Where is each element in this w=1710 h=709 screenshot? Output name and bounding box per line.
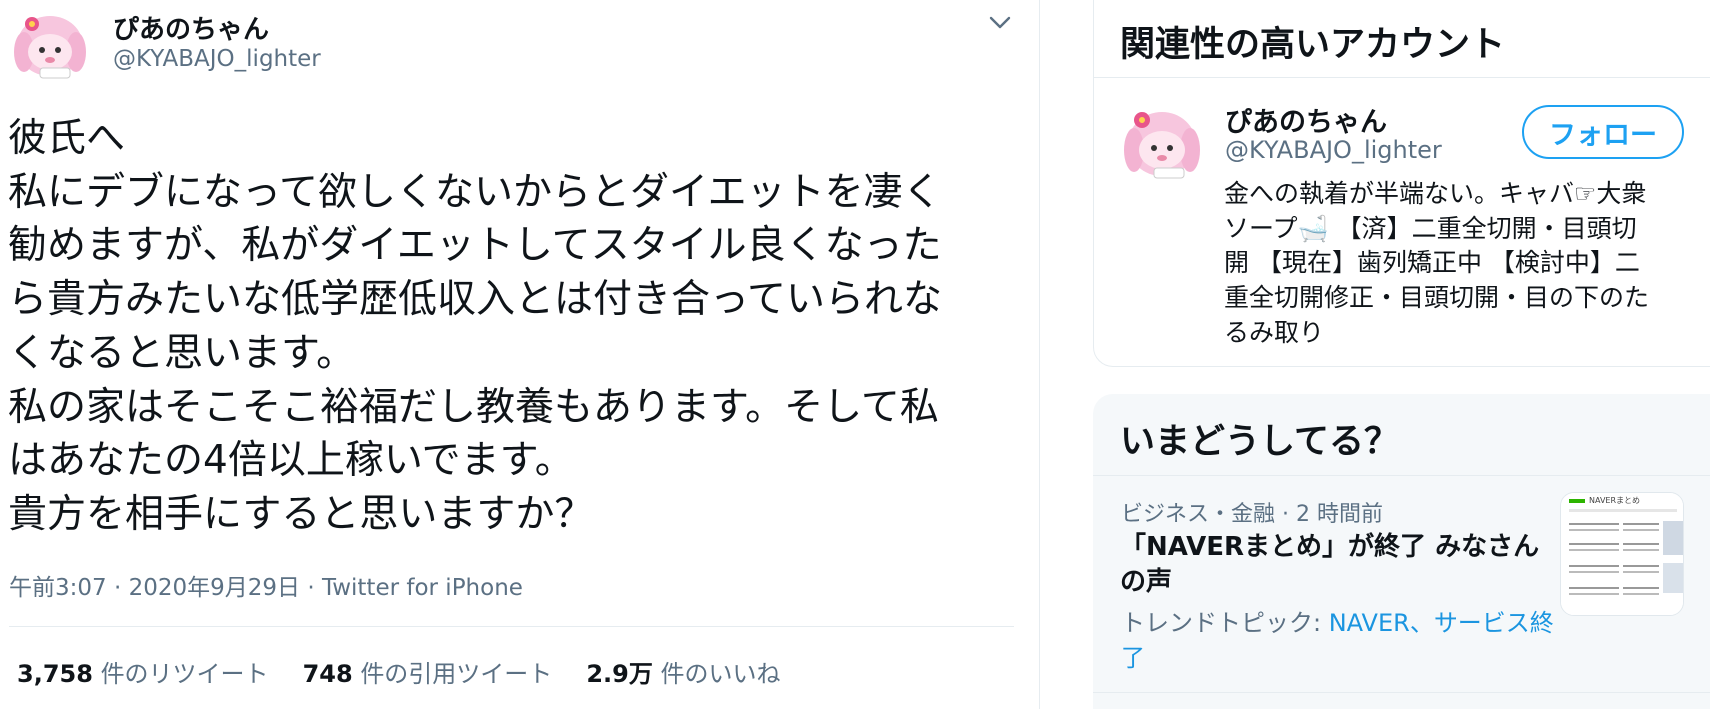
stat-label: 件の引用ツイート: [360, 660, 553, 688]
stat-label: 件のいいね: [660, 660, 781, 688]
tweet-timestamp: 午前3:07 · 2020年9月29日 · Twitter for iPhone: [9, 568, 523, 602]
like-count[interactable]: 2.9万 件のいいね: [586, 654, 780, 689]
tweet-time[interactable]: 午前3:07: [9, 575, 107, 601]
tweet-source[interactable]: Twitter for iPhone: [322, 575, 523, 601]
bio-line: ソープ🛁 【済】二重全切開・目頭切: [1224, 213, 1637, 243]
topic-link-service-end[interactable]: 了: [1121, 644, 1145, 672]
tweet-text-line: 勧めますが、私がダイエットしてスタイル良くなった: [8, 223, 942, 269]
tweet-text-line: はあなたの4倍以上稼いでます。: [8, 438, 574, 484]
headline-line: 「NAVERまとめ」が終了 みなさん: [1120, 532, 1540, 562]
related-account-bio: 金への執着が半端ない。キャバ☞大衆 ソープ🛁 【済】二重全切開・目頭切 開 【現…: [1224, 177, 1694, 351]
twitter-page: ぴあのちゃん @KYABAJO_lighter 彼氏へ 私にデブになって欲しくな…: [0, 0, 1710, 709]
bio-line: 金への執着が半端ない。キャバ☞大衆: [1224, 179, 1647, 208]
related-account-name[interactable]: ぴあのちゃん: [1225, 100, 1387, 139]
divider: [1093, 692, 1710, 693]
divider: [1094, 77, 1710, 78]
follow-button[interactable]: フォロー: [1522, 105, 1684, 159]
quote-tweet-count[interactable]: 748 件の引用ツイート: [303, 654, 553, 689]
divider: [9, 626, 1014, 627]
topic-prefix: トレンドトピック:: [1121, 609, 1329, 637]
tweet-detail: ぴあのちゃん @KYABAJO_lighter 彼氏へ 私にデブになって欲しくな…: [0, 0, 1040, 709]
trend-headline[interactable]: 「NAVERまとめ」が終了 みなさん の声: [1120, 530, 1540, 600]
author-name[interactable]: ぴあのちゃん: [113, 9, 269, 46]
bio-line: るみ取り: [1224, 317, 1325, 347]
related-account-avatar[interactable]: [1120, 102, 1206, 182]
topic-line: 了: [1121, 641, 1541, 676]
tweet-text-line: 彼氏へ: [8, 116, 126, 161]
trend-thumbnail[interactable]: NAVERまとめ: [1560, 492, 1684, 616]
stat-label: 件のリツイート: [100, 660, 269, 688]
trend-category: ビジネス・金融 · 2 時間前: [1121, 502, 1383, 527]
topic-link-service-end[interactable]: サービス終: [1434, 609, 1554, 637]
tweet-text-line: 私の家はそこそこ裕福だし教養もあります。そして私: [8, 384, 939, 430]
topic-separator: 、: [1409, 609, 1434, 637]
chevron-down-icon[interactable]: [986, 8, 1014, 36]
meta-separator: ·: [106, 575, 129, 601]
stat-count: 2.9万: [586, 660, 653, 688]
stat-count: 3,758: [17, 660, 93, 688]
author-avatar[interactable]: [10, 8, 94, 80]
bio-line: 重全切開修正・目頭切開・目の下のた: [1224, 283, 1650, 313]
tweet-date[interactable]: 2020年9月29日: [129, 575, 300, 601]
topic-line: トレンドトピック: NAVER、サービス終: [1121, 606, 1554, 641]
tweet-text-line: くなると思います。: [8, 330, 356, 376]
tweet-text-line: 貴方を相手にすると思いますか？: [8, 491, 594, 537]
stat-count: 748: [302, 660, 353, 688]
tweet-text-line: 私にデブになって欲しくないからとダイエットを凄く: [8, 169, 942, 215]
related-account-handle[interactable]: @KYABAJO_lighter: [1225, 136, 1442, 164]
headline-line: の声: [1120, 567, 1173, 597]
tweet-text-line: ら貴方みたいな低学歴低収入とは付き合っていられな: [8, 277, 943, 323]
tweet-text: 彼氏へ 私にデブになって欲しくないからとダイエットを凄く 勧めますが、私がダイエ…: [8, 112, 1008, 542]
meta-separator: ·: [300, 575, 322, 601]
trends-title: いまどうしてる？: [1120, 422, 1399, 462]
tweet-stats: 3,758 件のリツイート 748 件の引用ツイート 2.9万 件のいいね: [17, 654, 780, 689]
related-accounts-title: 関連性の高いアカウント: [1120, 25, 1506, 65]
topic-link-naver[interactable]: NAVER: [1329, 609, 1410, 637]
retweet-count[interactable]: 3,758 件のリツイート: [17, 654, 269, 689]
column-divider: [1039, 0, 1040, 709]
bio-line: 開 【現在】歯列矯正中 【検討中】二: [1224, 248, 1640, 278]
thumb-brand: NAVERまとめ: [1589, 496, 1640, 505]
trend-topics: トレンドトピック: NAVER、サービス終 了: [1121, 606, 1554, 676]
author-handle[interactable]: @KYABAJO_lighter: [113, 46, 321, 72]
